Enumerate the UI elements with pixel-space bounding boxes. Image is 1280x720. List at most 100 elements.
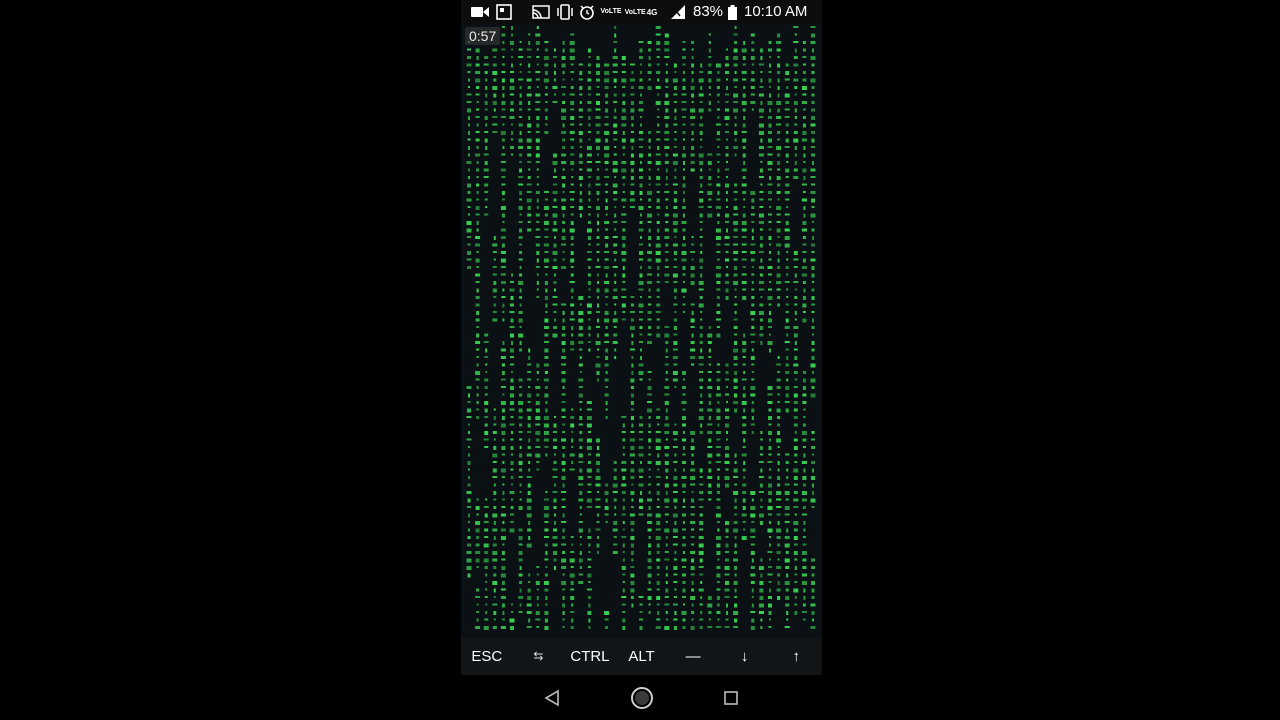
rain-stream xyxy=(569,33,575,351)
rain-stream xyxy=(483,498,489,630)
esc-key[interactable]: ESC xyxy=(461,637,513,675)
rain-stream xyxy=(629,296,635,608)
rain-stream xyxy=(543,491,549,630)
clock: 10:10 AM xyxy=(744,3,808,20)
rain-stream xyxy=(586,401,592,508)
rain-stream xyxy=(810,26,816,398)
rain-stream xyxy=(750,191,756,434)
terminal-view[interactable]: 0:57 xyxy=(461,24,822,637)
rain-stream xyxy=(707,596,713,628)
rain-stream xyxy=(741,41,747,300)
rain-stream xyxy=(715,63,721,338)
volte-4g-icon: VoLTE 4G xyxy=(624,4,658,20)
volte-label-2: VoLTE xyxy=(624,8,646,16)
rain-stream xyxy=(707,33,712,112)
rain-stream xyxy=(707,153,713,218)
rain-stream xyxy=(776,33,782,307)
rain-stream xyxy=(776,356,782,600)
rain-stream xyxy=(655,408,661,629)
navigation-bar xyxy=(461,675,822,720)
rain-stream xyxy=(578,63,583,218)
up-arrow-key[interactable]: ↑ xyxy=(770,637,822,675)
rain-stream xyxy=(698,468,704,629)
extra-keys-bar: ESC ⇆ CTRL ALT — ↓ ↑ xyxy=(461,637,822,675)
rain-stream xyxy=(595,438,601,554)
matrix-rain xyxy=(466,26,816,630)
volte-label: VoLTE xyxy=(600,8,622,15)
rain-stream xyxy=(647,41,652,90)
rain-stream xyxy=(715,363,721,628)
rain-stream xyxy=(604,63,610,419)
status-bar: VoLTE VoLTE 4G 83% 10:10 AM xyxy=(461,0,822,24)
rain-stream xyxy=(681,371,687,629)
rain-stream xyxy=(586,48,592,352)
recents-icon[interactable] xyxy=(717,684,745,712)
rain-stream xyxy=(535,566,541,628)
rain-stream xyxy=(552,48,558,103)
rain-stream xyxy=(578,296,584,584)
rain-stream xyxy=(647,371,653,614)
alt-key[interactable]: ALT xyxy=(616,637,668,675)
rain-stream xyxy=(535,26,541,298)
rain-stream xyxy=(518,378,524,510)
rain-stream xyxy=(492,236,498,322)
rain-stream xyxy=(518,41,524,352)
rain-stream xyxy=(767,41,773,353)
tab-key[interactable]: ⇆ xyxy=(513,637,565,675)
rain-stream xyxy=(758,48,764,345)
rain-stream xyxy=(492,408,498,629)
rain-stream xyxy=(475,48,481,419)
recording-timer: 0:57 xyxy=(465,27,501,45)
rain-stream xyxy=(535,363,541,471)
rain-stream xyxy=(526,573,532,628)
rain-stream xyxy=(750,491,756,630)
rain-stream xyxy=(569,536,575,629)
back-icon[interactable] xyxy=(538,684,566,712)
rain-stream xyxy=(561,41,567,269)
rain-stream xyxy=(767,386,773,628)
rain-stream xyxy=(612,461,618,554)
vibrate-icon xyxy=(556,4,574,20)
rain-stream xyxy=(604,483,609,523)
rain-stream xyxy=(604,611,610,629)
rain-stream xyxy=(492,48,498,133)
rain-stream xyxy=(655,26,661,338)
rain-stream xyxy=(664,33,670,283)
down-arrow-key[interactable]: ↓ xyxy=(719,637,771,675)
rain-stream xyxy=(629,63,635,208)
rain-stream xyxy=(698,63,704,434)
rain-stream xyxy=(509,26,515,156)
rain-stream xyxy=(801,41,807,323)
rain-stream xyxy=(647,131,653,344)
rain-stream xyxy=(681,41,687,313)
rain-stream xyxy=(758,431,764,525)
rain-stream xyxy=(758,558,764,629)
rain-stream xyxy=(552,153,558,338)
rain-stream xyxy=(638,596,644,630)
dash-key[interactable]: — xyxy=(667,637,719,675)
rain-stream xyxy=(526,33,532,232)
home-icon[interactable] xyxy=(628,684,656,712)
rain-stream xyxy=(733,453,739,628)
rain-stream xyxy=(500,341,506,629)
ctrl-key[interactable]: CTRL xyxy=(564,637,616,675)
rain-stream xyxy=(552,416,558,570)
rain-stream xyxy=(724,363,730,488)
rain-stream xyxy=(509,273,515,533)
signal-icon xyxy=(670,4,686,20)
video-camera-icon xyxy=(471,4,489,20)
volte-icon: VoLTE xyxy=(600,4,622,20)
rain-stream xyxy=(509,603,515,630)
rain-stream xyxy=(690,41,696,172)
rain-stream xyxy=(707,326,713,501)
phone-screen: VoLTE VoLTE 4G 83% 10:10 AM 0:57 ESC ⇆ C… xyxy=(461,0,822,720)
rain-stream xyxy=(518,528,524,613)
rain-stream xyxy=(810,558,816,629)
rain-stream xyxy=(483,56,489,216)
rain-stream xyxy=(793,251,799,615)
rain-stream xyxy=(750,33,756,111)
rain-stream xyxy=(475,498,481,568)
rain-stream xyxy=(475,588,481,629)
image-icon xyxy=(496,4,512,20)
rain-stream xyxy=(586,528,592,629)
